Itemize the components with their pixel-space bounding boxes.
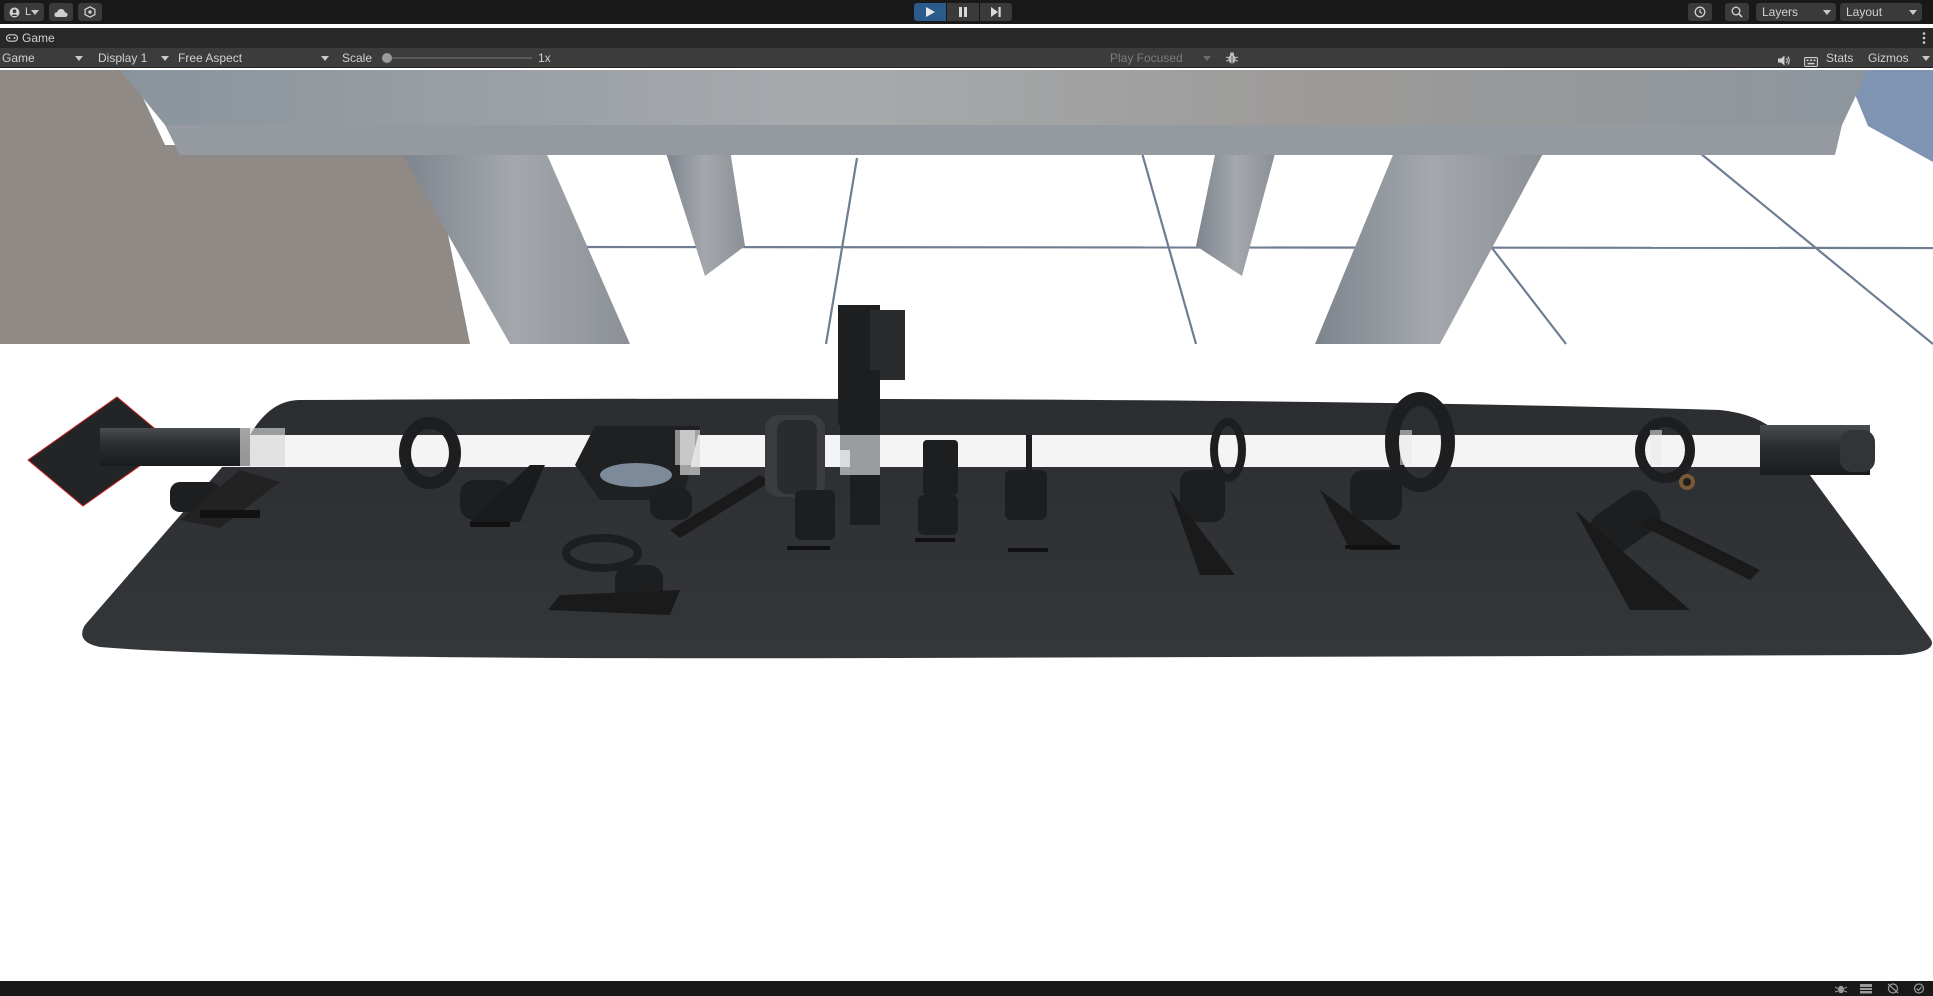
history-icon bbox=[1694, 6, 1706, 18]
history-button[interactable] bbox=[1688, 3, 1712, 21]
aspect-label: Free Aspect bbox=[178, 51, 243, 65]
tab-game-label: Game bbox=[22, 31, 55, 45]
game-viewport[interactable] bbox=[0, 70, 1933, 981]
table-top-front bbox=[165, 125, 1842, 155]
account-dropdown[interactable]: L bbox=[4, 3, 44, 21]
window-tabbar: Game bbox=[0, 28, 1933, 48]
display-label: Display 1 bbox=[98, 51, 148, 65]
scale-slider-track[interactable] bbox=[384, 57, 532, 59]
frame-debugger-button[interactable] bbox=[1223, 48, 1241, 68]
tab-game[interactable]: Game bbox=[0, 28, 63, 48]
playmode-controls bbox=[914, 3, 1012, 21]
play-icon bbox=[925, 7, 935, 17]
scale-value: 1x bbox=[538, 51, 551, 65]
main-toolbar: L Layers Layout bbox=[0, 0, 1933, 24]
stats-button[interactable]: Stats bbox=[1824, 48, 1853, 68]
chevron-down-icon bbox=[1922, 56, 1930, 61]
status-check-icon[interactable] bbox=[1912, 983, 1926, 994]
cloud-button[interactable] bbox=[49, 3, 73, 21]
play-focused-dropdown[interactable]: Play Focused bbox=[1108, 48, 1216, 68]
table-top-face bbox=[120, 70, 1868, 125]
pause-button[interactable] bbox=[947, 3, 979, 21]
layers-dropdown[interactable]: Layers bbox=[1756, 3, 1836, 21]
account-icon bbox=[9, 7, 20, 17]
layout-label: Layout bbox=[1846, 5, 1883, 19]
view-mode-label: Game bbox=[2, 51, 35, 65]
scene-render bbox=[0, 70, 1933, 981]
play-focused-label: Play Focused bbox=[1110, 51, 1183, 65]
gamepad-icon bbox=[6, 34, 18, 42]
pause-icon bbox=[959, 7, 967, 17]
chevron-down-icon bbox=[75, 56, 83, 61]
step-icon bbox=[991, 7, 1001, 17]
chevron-down-icon bbox=[321, 56, 329, 61]
chevron-down-icon bbox=[1203, 56, 1211, 61]
speaker-icon bbox=[1778, 55, 1790, 66]
keyboard-icon bbox=[1804, 57, 1818, 67]
debug-icon[interactable] bbox=[1834, 983, 1848, 994]
gizmos-dropdown[interactable]: Gizmos bbox=[1866, 48, 1930, 68]
status-bar bbox=[0, 981, 1933, 996]
cloud-icon bbox=[54, 8, 68, 17]
aspect-dropdown[interactable]: Free Aspect bbox=[176, 48, 334, 68]
gizmos-label: Gizmos bbox=[1868, 51, 1909, 65]
chevron-down-icon bbox=[1823, 10, 1831, 15]
chevron-down-icon bbox=[161, 56, 169, 61]
game-view-toolbar: Game Display 1 Free Aspect Scale 1x Play… bbox=[0, 48, 1933, 68]
step-button[interactable] bbox=[980, 3, 1012, 21]
chevron-down-icon bbox=[31, 10, 39, 15]
scale-label: Scale bbox=[342, 51, 373, 65]
collab-icon bbox=[84, 6, 96, 18]
bake-icon[interactable] bbox=[1859, 983, 1873, 994]
chevron-down-icon bbox=[1909, 10, 1917, 15]
collab-button[interactable] bbox=[78, 3, 102, 21]
scale-slider-thumb[interactable] bbox=[382, 53, 392, 63]
display-dropdown[interactable]: Display 1 bbox=[96, 48, 174, 68]
mute-audio-button[interactable] bbox=[1776, 48, 1792, 68]
view-mode-dropdown[interactable]: Game bbox=[0, 48, 88, 68]
network-icon[interactable] bbox=[1886, 983, 1900, 994]
layout-dropdown[interactable]: Layout bbox=[1840, 3, 1922, 21]
search-icon bbox=[1731, 6, 1743, 18]
keyboard-shortcuts-button[interactable] bbox=[1802, 48, 1820, 68]
more-options-icon[interactable] bbox=[1919, 31, 1929, 45]
search-button[interactable] bbox=[1725, 3, 1749, 21]
bug-icon bbox=[1225, 52, 1239, 64]
play-button[interactable] bbox=[914, 3, 946, 21]
layers-label: Layers bbox=[1762, 5, 1799, 19]
